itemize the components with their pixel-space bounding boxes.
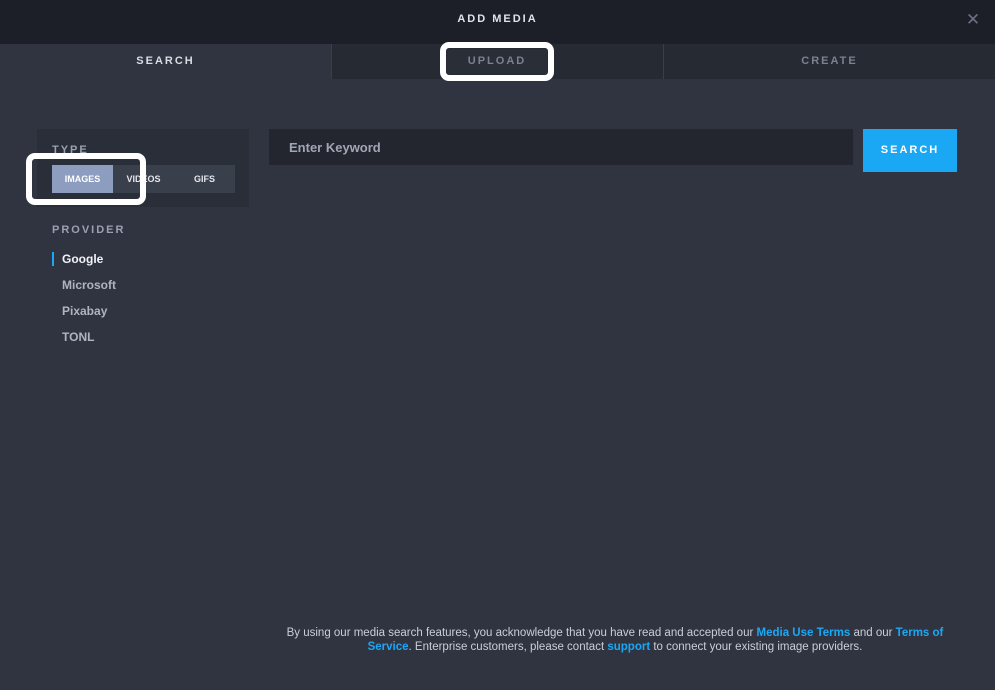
provider-list: Google Microsoft Pixabay TONL xyxy=(52,251,116,355)
provider-label: PROVIDER xyxy=(52,224,126,236)
provider-item-tonl[interactable]: TONL xyxy=(52,329,116,355)
type-gifs-button[interactable]: GIFS xyxy=(174,165,235,193)
terms-text-1: By using our media search features, you … xyxy=(286,627,757,639)
close-icon[interactable]: ✕ xyxy=(965,11,981,28)
terms-text-2: and our xyxy=(850,627,896,639)
tab-upload-label[interactable]: UPLOAD xyxy=(446,48,548,75)
tab-search[interactable]: SEARCH xyxy=(0,44,331,79)
type-segmented-control: IMAGES VIDEOS GIFS xyxy=(52,165,235,193)
type-videos-button[interactable]: VIDEOS xyxy=(113,165,174,193)
dialog-title: ADD MEDIA xyxy=(457,13,538,25)
type-images-button[interactable]: IMAGES xyxy=(52,165,113,193)
keyword-search-input[interactable] xyxy=(269,129,853,165)
provider-item-google[interactable]: Google xyxy=(52,251,116,277)
type-filter-panel: TYPE IMAGES VIDEOS GIFS xyxy=(37,129,249,207)
type-label: TYPE xyxy=(52,144,89,156)
terms-notice: By using our media search features, you … xyxy=(270,626,960,654)
tab-create[interactable]: CREATE xyxy=(663,44,995,79)
media-use-terms-link[interactable]: Media Use Terms xyxy=(757,627,851,639)
search-button[interactable]: SEARCH xyxy=(863,129,957,172)
provider-item-microsoft[interactable]: Microsoft xyxy=(52,277,116,303)
terms-text-3: . Enterprise customers, please contact xyxy=(408,641,608,653)
provider-item-pixabay[interactable]: Pixabay xyxy=(52,303,116,329)
add-media-dialog: ADD MEDIA ✕ SEARCH CREATE UPLOAD TYPE IM… xyxy=(0,0,995,690)
dialog-header: ADD MEDIA ✕ xyxy=(0,0,995,44)
support-link[interactable]: support xyxy=(607,641,650,653)
terms-text-4: to connect your existing image providers… xyxy=(650,641,863,653)
